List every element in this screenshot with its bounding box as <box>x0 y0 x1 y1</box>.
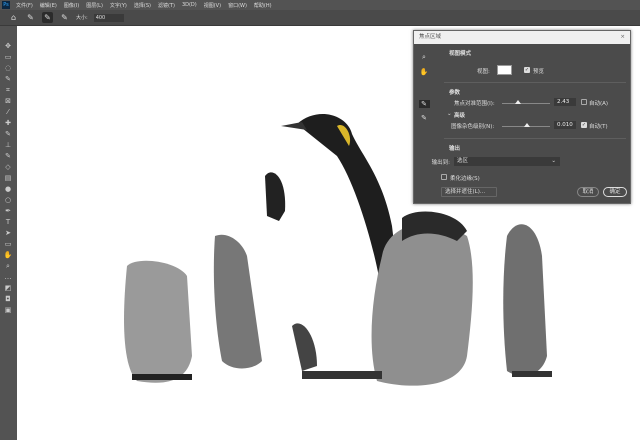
focus-add-brush-icon[interactable]: ✎ <box>418 100 430 108</box>
menu-select[interactable]: 选择(S) <box>134 2 151 9</box>
menu-help[interactable]: 帮助(H) <box>254 2 272 9</box>
focus-area-dialog: 焦点区域 × ⌕ ✋ ✎ ✎ 视图模式 视图: ✓ 预览 参数 焦点对准范围(I… <box>413 30 631 204</box>
noise-auto-label: 自动(T) <box>589 124 608 130</box>
noise-label: 图像杂色级别(N): <box>451 124 495 130</box>
type-icon[interactable]: T <box>3 218 13 226</box>
dialog-title-bar[interactable]: 焦点区域 × <box>414 31 630 44</box>
stamp-icon[interactable]: ⊥ <box>3 141 13 149</box>
focus-range-label: 焦点对准范围(I): <box>454 101 495 107</box>
dialog-tools: ⌕ ✋ ✎ ✎ <box>418 53 430 122</box>
gradient-icon[interactable]: ▤ <box>3 174 13 182</box>
size-input[interactable]: 400 <box>93 13 124 22</box>
cancel-button[interactable]: 取消 <box>577 187 599 197</box>
history-brush-icon[interactable]: ✎ <box>3 152 13 160</box>
menu-bar: Ps 文件(F) 编辑(E) 图像(I) 图层(L) 文字(Y) 选择(S) 滤… <box>0 0 640 10</box>
shape-icon[interactable]: ▭ <box>3 240 13 248</box>
healing-icon[interactable]: ✚ <box>3 119 13 127</box>
menu-image[interactable]: 图像(I) <box>64 2 79 9</box>
focus-range-slider[interactable] <box>502 103 550 104</box>
tools-panel: ✥ ▭ ◌ ✎ ⌗ ⊠ ⁄ ✚ ✎ ⊥ ✎ ◇ ▤ ● ○ ✒ T ➤ ▭ ✋ … <box>0 26 16 440</box>
noise-auto-checkbox[interactable]: ✓ <box>581 122 587 128</box>
close-icon[interactable]: × <box>620 31 625 44</box>
output-to-select[interactable]: 选区 ⌄ <box>454 157 560 166</box>
focus-range-knob[interactable] <box>515 100 521 104</box>
move-icon[interactable]: ✥ <box>3 42 13 50</box>
size-label: 大小: <box>76 15 88 21</box>
soften-edges-label: 柔化边缘(S) <box>450 176 480 182</box>
noise-input[interactable]: 0.010 <box>554 121 576 129</box>
divider <box>444 138 626 139</box>
blur-icon[interactable]: ● <box>3 185 13 193</box>
preview-checkbox[interactable]: ✓ <box>524 67 530 73</box>
focus-auto-checkbox[interactable] <box>581 99 587 105</box>
hand-icon[interactable]: ✋ <box>3 251 13 259</box>
menu-view[interactable]: 视图(V) <box>204 2 221 9</box>
marquee-icon[interactable]: ▭ <box>3 53 13 61</box>
more-icon[interactable]: … <box>3 273 13 281</box>
brush-preset-icon[interactable]: ✎ <box>25 12 36 23</box>
view-thumbnail-dropdown[interactable] <box>497 65 512 75</box>
noise-knob[interactable] <box>524 123 530 127</box>
lasso-icon[interactable]: ◌ <box>3 64 13 72</box>
subtract-brush-icon[interactable]: ✎ <box>59 12 70 23</box>
menu-file[interactable]: 文件(F) <box>16 2 33 9</box>
advanced-toggle[interactable]: 高级 <box>454 111 465 119</box>
eyedropper-icon[interactable]: ⁄ <box>3 108 13 116</box>
quick-mask-icon[interactable]: ◘ <box>3 295 13 303</box>
preview-label: 预览 <box>533 69 545 75</box>
menu-edit[interactable]: 编辑(E) <box>40 2 57 9</box>
menu-layer[interactable]: 图层(L) <box>86 2 103 9</box>
focus-remove-brush-icon[interactable]: ✎ <box>421 114 427 122</box>
path-select-icon[interactable]: ➤ <box>3 229 13 237</box>
color-swatches-icon[interactable]: ◩ <box>3 284 13 292</box>
hand-icon[interactable]: ✋ <box>420 68 429 76</box>
view-mode-header: 视图模式 <box>449 51 472 57</box>
options-bar: ⌂ ✎ ✎ ✎ 大小: 400 <box>0 10 640 26</box>
crop-icon[interactable]: ⌗ <box>3 86 13 94</box>
output-to-label: 输出到: <box>431 160 450 166</box>
menu-3d[interactable]: 3D(D) <box>182 2 197 8</box>
screen-mode-icon[interactable]: ▣ <box>3 306 13 314</box>
quick-select-icon[interactable]: ✎ <box>3 75 13 83</box>
frame-icon[interactable]: ⊠ <box>3 97 13 105</box>
ok-button[interactable]: 确定 <box>603 187 627 197</box>
view-label: 视图: <box>477 69 490 75</box>
menu-window[interactable]: 窗口(W) <box>228 2 247 9</box>
dodge-icon[interactable]: ○ <box>3 196 13 204</box>
dialog-title: 焦点区域 <box>419 34 442 40</box>
output-header: 输出 <box>449 146 461 152</box>
add-brush-icon[interactable]: ✎ <box>42 12 53 23</box>
select-and-mask-button[interactable]: 选择并遮住(L)... <box>441 187 497 197</box>
zoom-icon[interactable]: ⌕ <box>422 53 426 62</box>
params-header: 参数 <box>449 90 461 96</box>
focus-range-input[interactable]: 2.43 <box>554 98 576 106</box>
output-to-value: 选区 <box>457 158 469 164</box>
pen-icon[interactable]: ✒ <box>3 207 13 215</box>
home-icon[interactable]: ⌂ <box>8 12 19 23</box>
menu-type[interactable]: 文字(Y) <box>110 2 127 9</box>
divider <box>444 82 626 83</box>
eraser-icon[interactable]: ◇ <box>3 163 13 171</box>
focus-auto-label: 自动(A) <box>589 101 609 107</box>
photoshop-logo: Ps <box>2 1 10 9</box>
zoom-icon[interactable]: ⌕ <box>3 262 13 270</box>
menu-filter[interactable]: 滤镜(T) <box>158 2 175 9</box>
soften-edges-checkbox[interactable] <box>441 174 447 180</box>
brush-icon[interactable]: ✎ <box>3 130 13 138</box>
